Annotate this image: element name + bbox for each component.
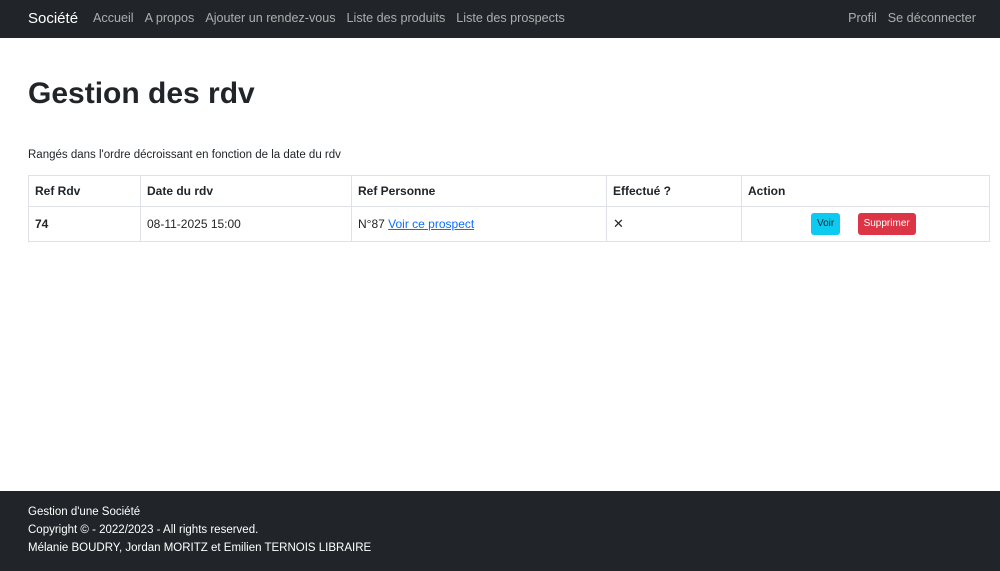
header-date-rdv: Date du rdv bbox=[140, 175, 352, 207]
nav-link-logout[interactable]: Se déconnecter bbox=[888, 10, 976, 27]
nav-link-a-propos[interactable]: A propos bbox=[145, 10, 195, 27]
top-navbar: Société Accueil A propos Ajouter un rend… bbox=[0, 0, 1000, 38]
page-title: Gestion des rdv bbox=[28, 77, 255, 110]
view-button[interactable]: Voir bbox=[811, 213, 841, 235]
header-action: Action bbox=[741, 175, 990, 207]
page-subtitle: Rangés dans l'ordre décroissant en fonct… bbox=[28, 149, 341, 161]
view-prospect-link[interactable]: Voir ce prospect bbox=[388, 217, 474, 231]
nav-link-liste-produits[interactable]: Liste des produits bbox=[347, 10, 446, 27]
header-ref-rdv: Ref Rdv bbox=[28, 175, 141, 207]
nav-link-ajouter-rdv[interactable]: Ajouter un rendez-vous bbox=[205, 10, 335, 27]
header-ref-personne: Ref Personne bbox=[351, 175, 607, 207]
rdv-table: Ref Rdv Date du rdv Ref Personne Effectu… bbox=[28, 175, 990, 242]
user-nav: Profil Se déconnecter bbox=[848, 10, 976, 27]
cell-ref-personne: N°87 Voir ce prospect bbox=[351, 206, 607, 242]
header-effectue: Effectué ? bbox=[606, 175, 742, 207]
footer-authors: Mélanie BOUDRY, Jordan MORITZ et Emilien… bbox=[28, 542, 372, 554]
footer-title: Gestion d'une Société bbox=[28, 506, 141, 518]
brand-link[interactable]: Société bbox=[28, 9, 78, 29]
main-nav: Accueil A propos Ajouter un rendez-vous … bbox=[93, 10, 576, 27]
cell-date-rdv: 08-11-2025 15:00 bbox=[140, 206, 352, 242]
cell-ref-rdv: 74 bbox=[28, 206, 141, 242]
table-header-row: Ref Rdv Date du rdv Ref Personne Effectu… bbox=[28, 175, 990, 207]
nav-link-profil[interactable]: Profil bbox=[848, 10, 877, 27]
delete-button[interactable]: Supprimer bbox=[857, 213, 916, 235]
nav-link-liste-prospects[interactable]: Liste des prospects bbox=[456, 10, 565, 27]
cell-action: Voir Supprimer bbox=[741, 206, 990, 242]
nav-link-accueil[interactable]: Accueil bbox=[93, 10, 134, 27]
not-done-icon: ✕ bbox=[613, 216, 624, 231]
page-footer: Gestion d'une Société Copyright © - 2022… bbox=[0, 491, 1000, 571]
cell-effectue: ✕ bbox=[606, 206, 742, 242]
table-row: 74 08-11-2025 15:00 N°87 Voir ce prospec… bbox=[28, 206, 990, 242]
person-number: N°87 bbox=[358, 217, 385, 231]
footer-copyright: Copyright © - 2022/2023 - All rights res… bbox=[28, 524, 259, 536]
